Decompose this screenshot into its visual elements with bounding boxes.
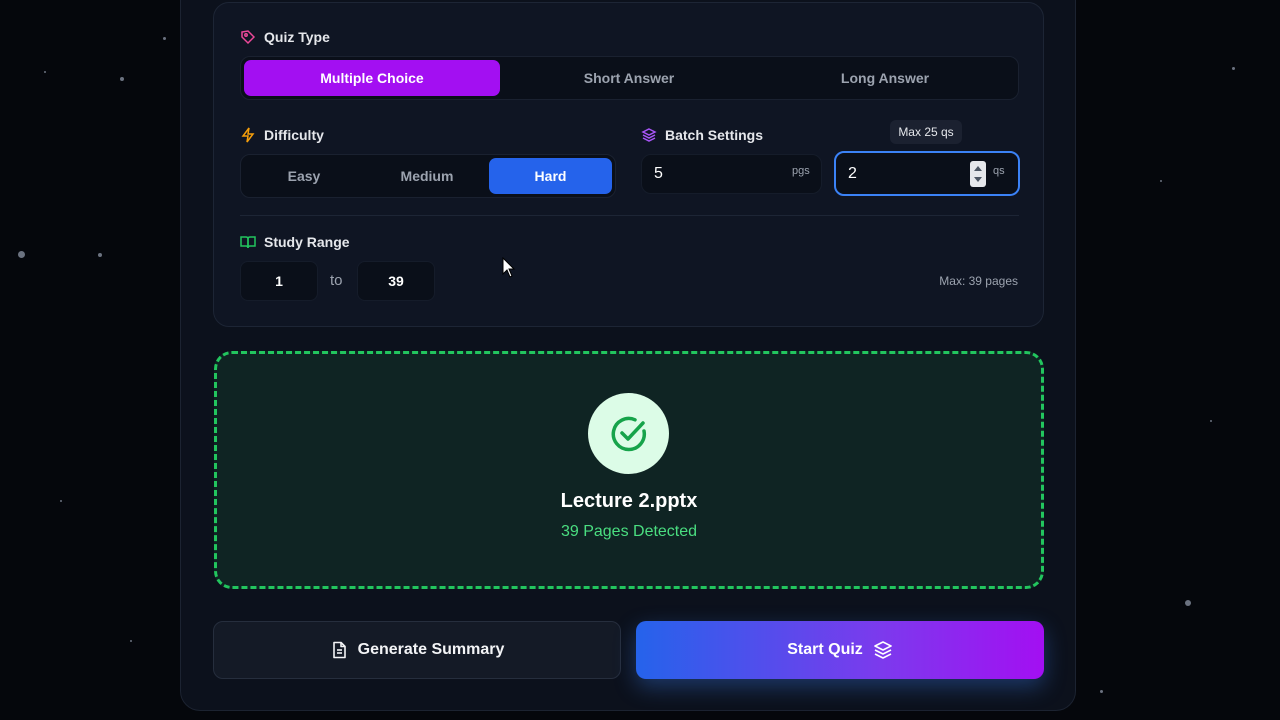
questions-unit: qs — [993, 165, 1005, 177]
questions-per-batch-value: 2 — [848, 164, 857, 182]
difficulty-label: Difficulty — [264, 127, 324, 143]
questions-stepper[interactable] — [970, 161, 986, 187]
pages-unit: pgs — [792, 165, 810, 177]
quiz-type-heading: Quiz Type — [240, 29, 330, 45]
difficulty-easy[interactable]: Easy — [244, 158, 364, 194]
batch-settings-label: Batch Settings — [665, 127, 764, 143]
questions-per-batch-input[interactable]: 2 qs — [834, 151, 1020, 196]
max-pages-hint: Max: 39 pages — [939, 274, 1018, 288]
difficulty-heading: Difficulty — [240, 127, 324, 143]
quiz-type-label: Quiz Type — [264, 29, 330, 45]
difficulty-hard[interactable]: Hard — [489, 158, 612, 194]
start-quiz-button[interactable]: Start Quiz — [636, 621, 1044, 679]
pages-detected-text: 39 Pages Detected — [560, 523, 698, 540]
stepper-up-icon[interactable] — [974, 166, 982, 171]
upload-success-badge — [588, 393, 669, 474]
batch-settings-heading: Batch Settings — [641, 127, 763, 143]
check-circle-icon — [611, 416, 646, 451]
quiz-type-selector: Multiple Choice Short Answer Long Answer — [240, 56, 1019, 100]
start-quiz-label: Start Quiz — [787, 641, 863, 658]
quiz-type-multiple-choice[interactable]: Multiple Choice — [244, 60, 500, 96]
generate-summary-button[interactable]: Generate Summary — [213, 621, 621, 679]
uploaded-file-name: Lecture 2.pptx — [560, 490, 698, 512]
tag-icon — [241, 30, 256, 45]
difficulty-medium[interactable]: Medium — [367, 158, 487, 194]
stepper-down-icon[interactable] — [974, 177, 982, 182]
pages-per-batch-value: 5 — [654, 165, 663, 182]
layers-icon — [641, 128, 657, 142]
mouse-cursor-icon — [502, 257, 516, 278]
study-range-label: Study Range — [264, 234, 350, 250]
quiz-type-long-answer[interactable]: Long Answer — [758, 60, 1012, 96]
range-to-input[interactable]: 39 — [357, 261, 435, 301]
difficulty-selector: Easy Medium Hard — [240, 154, 616, 198]
study-range-heading: Study Range — [240, 234, 350, 250]
quiz-type-short-answer[interactable]: Short Answer — [502, 60, 756, 96]
lightning-icon — [241, 127, 255, 143]
generate-summary-label: Generate Summary — [357, 641, 505, 658]
section-divider — [240, 215, 1019, 216]
range-to-label: to — [330, 272, 343, 289]
pages-per-batch-input[interactable]: 5 pgs — [641, 154, 822, 194]
range-from-input[interactable]: 1 — [240, 261, 318, 301]
book-icon — [240, 236, 256, 249]
document-icon — [332, 641, 346, 659]
max-questions-tooltip: Max 25 qs — [890, 120, 962, 144]
layers-icon — [873, 641, 892, 659]
